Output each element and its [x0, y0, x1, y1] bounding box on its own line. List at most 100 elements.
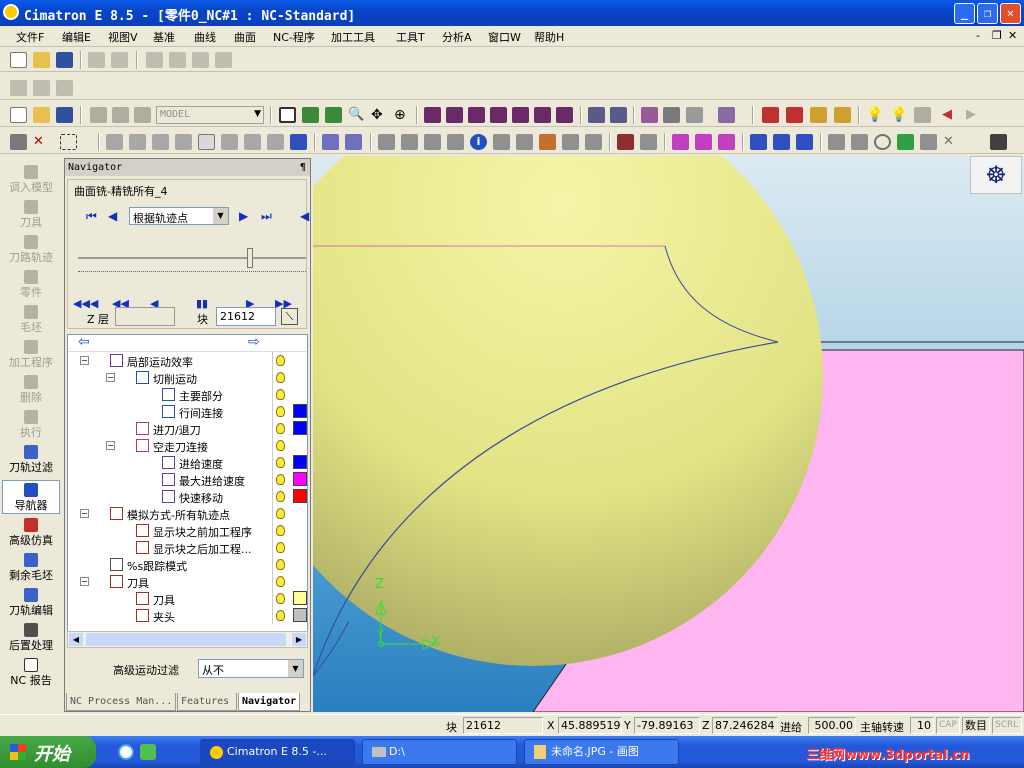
tree-row[interactable]: 显示块之前加工程序 [68, 522, 307, 540]
visibility-bulb-icon[interactable] [276, 576, 285, 587]
skip-first-icon[interactable]: ⏮ [86, 209, 97, 224]
box-icon[interactable] [539, 134, 556, 150]
zoom-window-icon[interactable] [302, 107, 319, 123]
wireframe-icon[interactable] [641, 107, 658, 123]
scroll-thumb[interactable] [86, 633, 286, 646]
export-icon[interactable] [111, 52, 128, 68]
color-swatch[interactable] [293, 472, 307, 486]
model-icon[interactable] [90, 107, 107, 123]
tree-hscrollbar[interactable]: ◀ ▶ [67, 631, 308, 648]
distance-icon[interactable] [401, 134, 418, 150]
visibility-bulb-icon[interactable] [276, 491, 285, 502]
color-swatch[interactable] [293, 421, 307, 435]
light-settings-icon[interactable] [914, 107, 931, 123]
z-layer-field[interactable] [115, 307, 175, 326]
model-select[interactable]: MODEL ▼ [156, 106, 264, 124]
motion-filter-select[interactable]: 从不 ▼ [198, 659, 304, 678]
minimize-button[interactable]: _ [954, 3, 975, 24]
view-right-icon[interactable] [512, 107, 529, 123]
copy-icon[interactable] [192, 52, 209, 68]
visibility-bulb-icon[interactable] [276, 457, 285, 468]
view-front-icon[interactable] [446, 107, 463, 123]
pan-icon[interactable]: ✥ [371, 107, 388, 123]
shade-icon[interactable] [112, 107, 129, 123]
tree-row[interactable]: − 空走刀连接 [68, 437, 307, 455]
explode-icon[interactable] [810, 107, 827, 123]
visibility-bulb-icon[interactable] [276, 593, 285, 604]
start-button[interactable]: 开始 [0, 736, 96, 768]
redo-icon[interactable] [169, 52, 186, 68]
mode-select[interactable]: 根据轨迹点 ▼ [129, 207, 229, 225]
view-iso-icon[interactable] [424, 107, 441, 123]
expand-toggle-icon[interactable]: − [80, 577, 89, 586]
filter-curve-icon[interactable] [129, 134, 146, 150]
stock-button[interactable]: 毛坯 [2, 303, 60, 337]
measure-icon[interactable] [378, 134, 395, 150]
move-icon[interactable] [990, 134, 1007, 150]
chain-select-icon[interactable] [345, 134, 362, 150]
inspect-icon[interactable] [516, 134, 533, 150]
visibility-bulb-icon[interactable] [276, 406, 285, 417]
view-bottom-icon[interactable] [556, 107, 573, 123]
color-swatch[interactable] [293, 404, 307, 418]
graphics-viewport[interactable]: X Y Z ☸ [313, 156, 1024, 712]
angle-icon[interactable] [424, 134, 441, 150]
paste-icon[interactable] [215, 52, 232, 68]
maximize-button[interactable]: ❐ [977, 3, 998, 24]
trim-icon[interactable] [851, 134, 868, 150]
visibility-bulb-icon[interactable] [276, 525, 285, 536]
ucs-icon[interactable] [773, 134, 790, 150]
surface-blend-icon[interactable] [695, 134, 712, 150]
visibility-bulb-icon[interactable] [276, 372, 285, 383]
menu-file[interactable]: 文件F [16, 29, 44, 45]
remaining-stock-button[interactable]: 剩余毛坯 [2, 551, 60, 585]
visibility-bulb-icon[interactable] [276, 508, 285, 519]
menu-tools[interactable]: 工具T [396, 29, 425, 45]
datum-icon[interactable] [796, 134, 813, 150]
toolpath-filter-button[interactable]: 刀轨过滤 [2, 443, 60, 477]
menu-view[interactable]: 视图V [108, 29, 138, 45]
modify-icon[interactable] [33, 80, 50, 96]
view-left-icon[interactable] [490, 107, 507, 123]
surface-icon[interactable] [672, 134, 689, 150]
menu-help[interactable]: 帮助H [534, 29, 564, 45]
filter-all-icon[interactable] [198, 134, 215, 150]
undo-icon[interactable] [146, 52, 163, 68]
spline-icon[interactable] [897, 134, 914, 150]
navigator-button[interactable]: 导航器 [2, 480, 60, 514]
delete-button[interactable]: 删除 [2, 373, 60, 407]
filter-loop-icon[interactable] [244, 134, 261, 150]
expand-toggle-icon[interactable]: − [106, 373, 115, 382]
fast-rewind-icon[interactable]: ◀◀◀ [73, 297, 98, 310]
filter-body-icon[interactable] [175, 134, 192, 150]
multi-select-icon[interactable] [322, 134, 339, 150]
previous-view-icon[interactable]: ◀ [942, 107, 959, 123]
tree-row[interactable]: − 刀具 [68, 573, 307, 591]
progress-slider-track[interactable] [78, 257, 306, 259]
tree-row[interactable]: 显示块之后加工程... [68, 539, 307, 557]
visibility-bulb-icon[interactable] [276, 440, 285, 451]
note-icon[interactable] [447, 134, 464, 150]
tree-row[interactable]: 快速移动 [68, 488, 307, 506]
render-icon[interactable] [718, 107, 735, 123]
arrow-left-icon[interactable]: ⇦ [78, 335, 90, 350]
zoom-dynamic-icon[interactable] [325, 107, 342, 123]
new-file-icon[interactable] [10, 107, 27, 123]
tool-button[interactable]: 刀具 [2, 198, 60, 232]
layer-icon[interactable] [134, 107, 151, 123]
helm-icon[interactable]: ☸ [970, 156, 1022, 194]
pause-icon[interactable]: ▮▮ [196, 297, 208, 310]
surface-offset-icon[interactable] [718, 134, 735, 150]
import-icon[interactable] [88, 52, 105, 68]
circle-icon[interactable] [874, 134, 891, 150]
tab-features[interactable]: Features [177, 693, 237, 711]
select-icon[interactable] [10, 134, 27, 150]
open-folder-icon[interactable] [33, 107, 50, 123]
progress-slider-thumb[interactable] [247, 248, 253, 268]
display-icon[interactable] [834, 107, 851, 123]
save-icon[interactable] [56, 107, 73, 123]
menu-machining-tools[interactable]: 加工工具 [331, 29, 375, 45]
visibility-bulb-icon[interactable] [276, 542, 285, 553]
view-save-icon[interactable] [588, 107, 605, 123]
hidden-line-icon[interactable] [663, 107, 680, 123]
